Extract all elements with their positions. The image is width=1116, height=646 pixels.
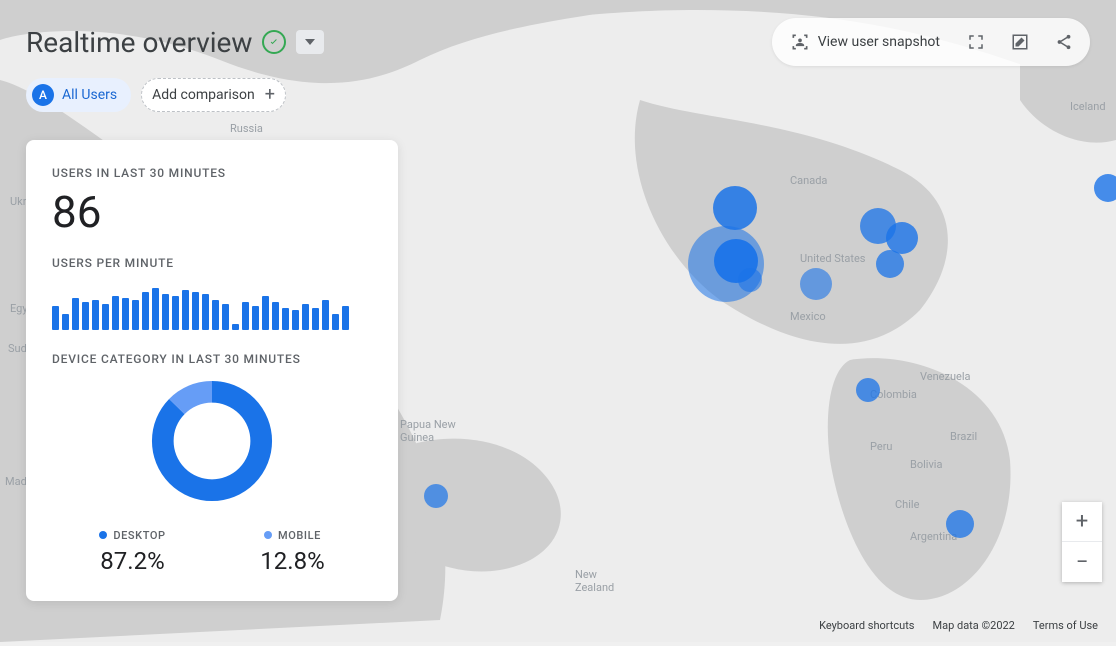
- snapshot-label: View user snapshot: [818, 34, 940, 50]
- spark-bar: [302, 304, 309, 330]
- spark-bar: [132, 300, 139, 330]
- edit-button[interactable]: [1002, 24, 1038, 60]
- page-title: Realtime overview: [26, 26, 252, 59]
- spark-bar: [192, 292, 199, 330]
- spark-bar: [252, 306, 259, 330]
- spark-bar: [152, 288, 159, 330]
- zoom-control: + −: [1062, 502, 1102, 582]
- spark-bar: [182, 290, 189, 330]
- spark-bar: [202, 294, 209, 330]
- realtime-card: USERS IN LAST 30 MINUTES 86 USERS PER MI…: [26, 140, 398, 601]
- spark-bar: [162, 294, 169, 330]
- realtime-user-bubble: [800, 268, 832, 300]
- users-per-minute-chart: [52, 280, 372, 330]
- add-comparison-chip[interactable]: Add comparison +: [141, 78, 286, 112]
- edit-icon: [1011, 33, 1029, 51]
- spark-bar: [262, 296, 269, 330]
- realtime-user-bubble: [424, 484, 448, 508]
- spark-bar: [172, 296, 179, 330]
- spark-bar: [92, 300, 99, 330]
- spark-bar: [142, 292, 149, 330]
- share-icon: [1055, 33, 1073, 51]
- spark-bar: [242, 302, 249, 330]
- map-data-label: Map data ©2022: [933, 619, 1015, 632]
- spark-bar: [272, 302, 279, 330]
- chip-label: Add comparison: [152, 87, 255, 103]
- realtime-user-bubble: [876, 250, 904, 278]
- legend-desktop: DESKTOP 87.2%: [99, 524, 165, 575]
- spark-bar: [292, 310, 299, 330]
- device-donut-chart: [147, 376, 277, 506]
- spark-bar: [232, 324, 239, 330]
- share-button[interactable]: [1046, 24, 1082, 60]
- fullscreen-button[interactable]: [958, 24, 994, 60]
- all-users-chip[interactable]: A All Users: [26, 78, 131, 112]
- spark-bar: [212, 300, 219, 330]
- spark-bar: [342, 306, 349, 330]
- fullscreen-icon: [967, 33, 985, 51]
- zoom-out-button[interactable]: −: [1062, 542, 1102, 582]
- spark-bar: [112, 296, 119, 330]
- spark-bar: [82, 302, 89, 330]
- chip-badge: A: [32, 84, 54, 106]
- spark-bar: [52, 306, 59, 330]
- terms-link[interactable]: Terms of Use: [1033, 619, 1098, 632]
- spark-bar: [222, 304, 229, 330]
- realtime-user-bubble: [738, 268, 762, 292]
- users-30min-label: USERS IN LAST 30 MINUTES: [52, 166, 372, 180]
- snapshot-icon: [790, 32, 810, 52]
- realtime-user-bubble: [713, 186, 757, 230]
- spark-bar: [122, 298, 129, 330]
- device-category-label: DEVICE CATEGORY IN LAST 30 MINUTES: [52, 352, 372, 366]
- zoom-in-button[interactable]: +: [1062, 502, 1102, 542]
- map-attribution: Keyboard shortcuts Map data ©2022 Terms …: [819, 619, 1098, 632]
- spark-bar: [282, 308, 289, 330]
- users-per-minute-label: USERS PER MINUTE: [52, 256, 372, 270]
- status-check-icon: [262, 30, 286, 54]
- spark-bar: [312, 308, 319, 330]
- keyboard-shortcuts-link[interactable]: Keyboard shortcuts: [819, 619, 914, 632]
- realtime-user-bubble: [856, 378, 880, 402]
- legend-mobile: MOBILE 12.8%: [260, 524, 324, 575]
- plus-icon: +: [265, 86, 275, 104]
- spark-bar: [322, 300, 329, 330]
- chip-label: All Users: [62, 87, 117, 103]
- users-30min-value: 86: [52, 186, 372, 238]
- realtime-user-bubble: [1094, 174, 1116, 202]
- title-dropdown-button[interactable]: [296, 30, 324, 54]
- realtime-user-bubble: [946, 510, 974, 538]
- realtime-user-bubble: [886, 222, 918, 254]
- spark-bar: [102, 304, 109, 330]
- spark-bar: [72, 298, 79, 330]
- view-snapshot-button[interactable]: View user snapshot: [780, 24, 950, 60]
- spark-bar: [62, 314, 69, 330]
- spark-bar: [332, 314, 339, 330]
